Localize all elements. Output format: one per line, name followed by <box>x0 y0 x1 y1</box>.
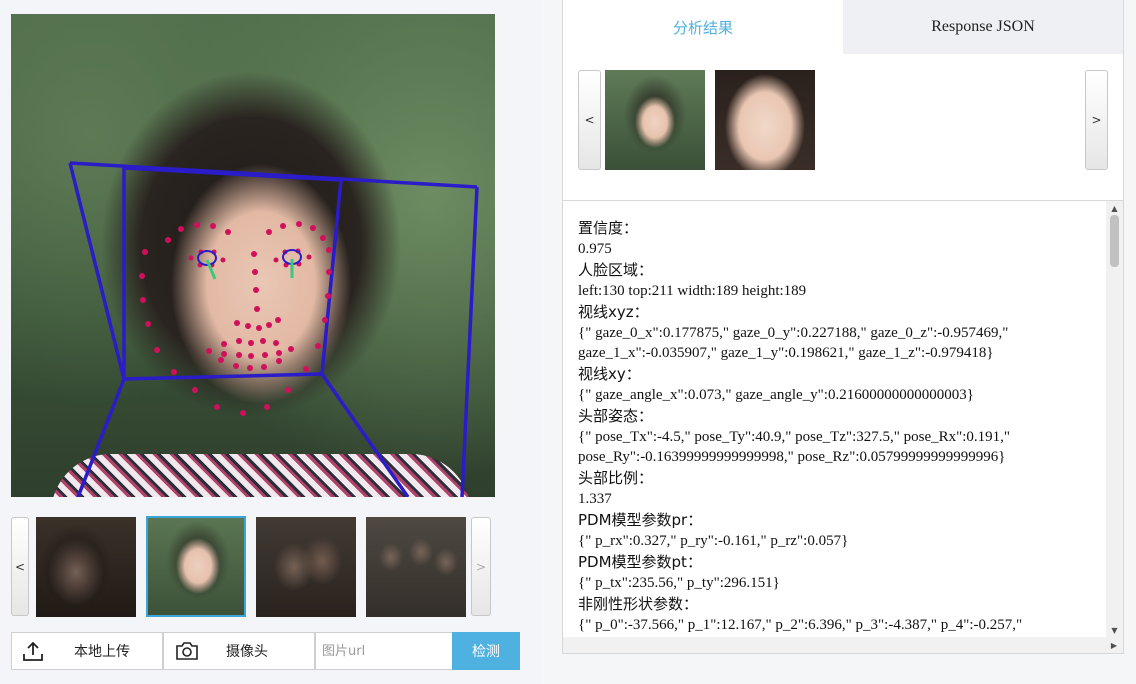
facial-landmarks <box>139 221 332 416</box>
sample-thumbnail-1[interactable] <box>36 517 136 617</box>
camera-button[interactable]: 摄像头 <box>163 632 315 670</box>
face-overlay <box>68 161 479 497</box>
result-label: 非刚性形状参数： <box>578 595 699 613</box>
result-value: 1.337 <box>578 491 612 507</box>
detected-face-strip: < > <box>563 54 1123 201</box>
local-upload-label: 本地上传 <box>74 644 130 660</box>
result-label: PDM模型参数pt： <box>578 553 702 571</box>
face-next-button[interactable]: > <box>1085 70 1108 170</box>
result-label: PDM模型参数pr： <box>578 511 703 529</box>
thumbnail-prev-button[interactable]: < <box>11 517 29 616</box>
face-prev-button[interactable]: < <box>578 70 601 170</box>
upload-icon <box>23 641 43 661</box>
result-value: {" gaze_angle_x":0.073," gaze_angle_y":0… <box>578 387 974 403</box>
result-value: left:130 top:211 width:189 height:189 <box>578 283 807 299</box>
head-pose-box <box>68 161 479 497</box>
analysis-results: 置信度： 0.975 人脸区域： left:130 top:211 width:189… <box>563 201 1123 653</box>
result-value: {" p_rx":0.327," p_ry":-0.161," p_rz":0.… <box>578 533 849 549</box>
sample-thumbnail-2-selected[interactable] <box>146 516 246 617</box>
left-panel: < > 本地上传 摄像头 检测 <box>0 0 542 684</box>
result-value: {" pose_Tx":-4.5," pose_Ty":40.9," pose_… <box>578 429 1011 465</box>
tab-response-json[interactable]: Response JSON <box>843 0 1123 54</box>
image-url-input[interactable] <box>315 632 453 670</box>
result-value: {" p_tx":235.56," p_ty":296.151} <box>578 575 780 591</box>
gaze-vectors <box>205 259 294 280</box>
results-horizontal-scrollbar[interactable]: ▶ <box>563 637 1123 653</box>
face-photo <box>11 14 495 497</box>
tab-analysis-result[interactable]: 分析结果 <box>563 0 843 54</box>
result-tabs: 分析结果 Response JSON <box>563 0 1123 54</box>
scroll-right-icon[interactable]: ▶ <box>1107 637 1121 653</box>
thumbnail-next-button[interactable]: > <box>471 517 491 616</box>
sample-thumbnail-4[interactable] <box>366 517 466 617</box>
result-label: 视线xy： <box>578 365 641 383</box>
sample-thumbnail-3[interactable] <box>256 517 356 617</box>
result-label: 置信度： <box>578 219 639 237</box>
scrollbar-thumb[interactable] <box>1110 215 1119 267</box>
iris-outline <box>197 249 302 266</box>
sample-thumbnail-strip: < > <box>11 516 491 617</box>
result-value: 0.975 <box>578 241 612 257</box>
result-value: {" gaze_0_x":0.177875," gaze_0_y":0.2271… <box>578 325 1009 361</box>
results-vertical-scrollbar[interactable]: ▲ ▼ <box>1106 201 1123 637</box>
right-panel: 分析结果 Response JSON < > 置信度： 0.975 人脸区域： lef… <box>562 0 1124 654</box>
result-label: 视线xyz： <box>578 303 649 321</box>
camera-label: 摄像头 <box>226 644 268 660</box>
detected-face-crop[interactable] <box>715 70 815 170</box>
result-label: 头部姿态： <box>578 407 654 425</box>
results-list: 置信度： 0.975 人脸区域： left:130 top:211 width:189… <box>578 218 1098 653</box>
scroll-up-icon[interactable]: ▲ <box>1106 201 1123 215</box>
result-label: 人脸区域： <box>578 261 654 279</box>
camera-icon <box>176 642 198 660</box>
result-label: 头部比例： <box>578 469 654 487</box>
detected-face-full[interactable] <box>605 70 705 170</box>
local-upload-button[interactable]: 本地上传 <box>11 632 163 670</box>
scroll-down-icon[interactable]: ▼ <box>1106 623 1123 637</box>
detect-button[interactable]: 检测 <box>452 632 520 670</box>
